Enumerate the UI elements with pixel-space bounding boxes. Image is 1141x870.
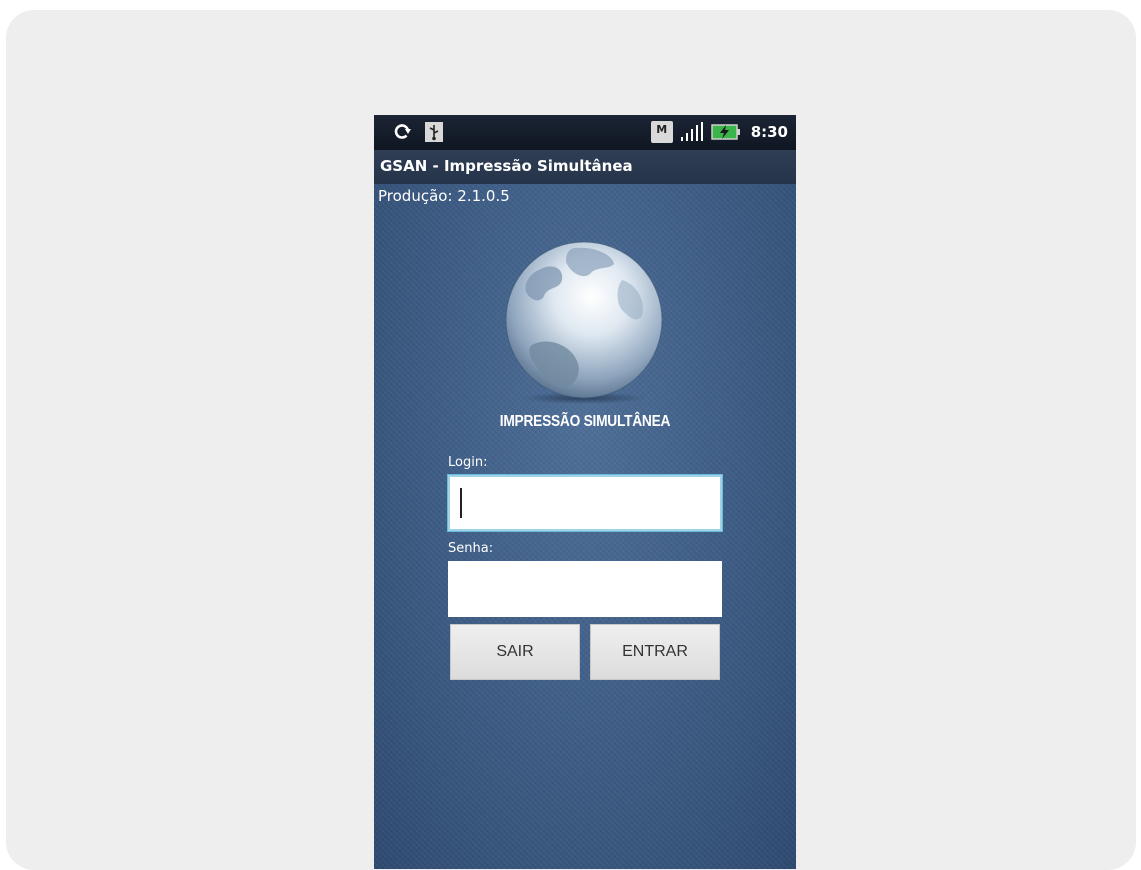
text-cursor	[460, 488, 462, 518]
enter-button[interactable]: ENTRAR	[590, 624, 720, 680]
app-title-bar: GSAN - Impressão Simultânea	[374, 150, 796, 184]
exit-button[interactable]: SAIR	[450, 624, 580, 680]
status-bar: M 8:30	[374, 115, 796, 150]
logo-text: IMPRESSÃO SIMULTÂNEA	[499, 413, 671, 430]
globe-icon	[504, 240, 664, 405]
battery-charging-icon	[710, 123, 741, 141]
app-title: GSAN - Impressão Simultânea	[380, 157, 633, 175]
usb-icon	[424, 121, 444, 143]
sync-icon	[392, 122, 412, 142]
status-clock: 8:30	[750, 123, 788, 141]
login-input[interactable]	[448, 475, 722, 531]
notification-icon: M	[650, 121, 673, 143]
login-label: Login:	[448, 455, 488, 470]
version-label: Produção: 2.1.0.5	[378, 187, 510, 205]
password-label: Senha:	[448, 541, 494, 556]
password-input[interactable]	[448, 561, 722, 617]
screenshot-frame: M 8:30 GSAN - Impressão Simultânea Produ…	[6, 10, 1136, 870]
signal-icon	[679, 122, 705, 142]
phone-screen: M 8:30 GSAN - Impressão Simultânea Produ…	[374, 115, 796, 869]
